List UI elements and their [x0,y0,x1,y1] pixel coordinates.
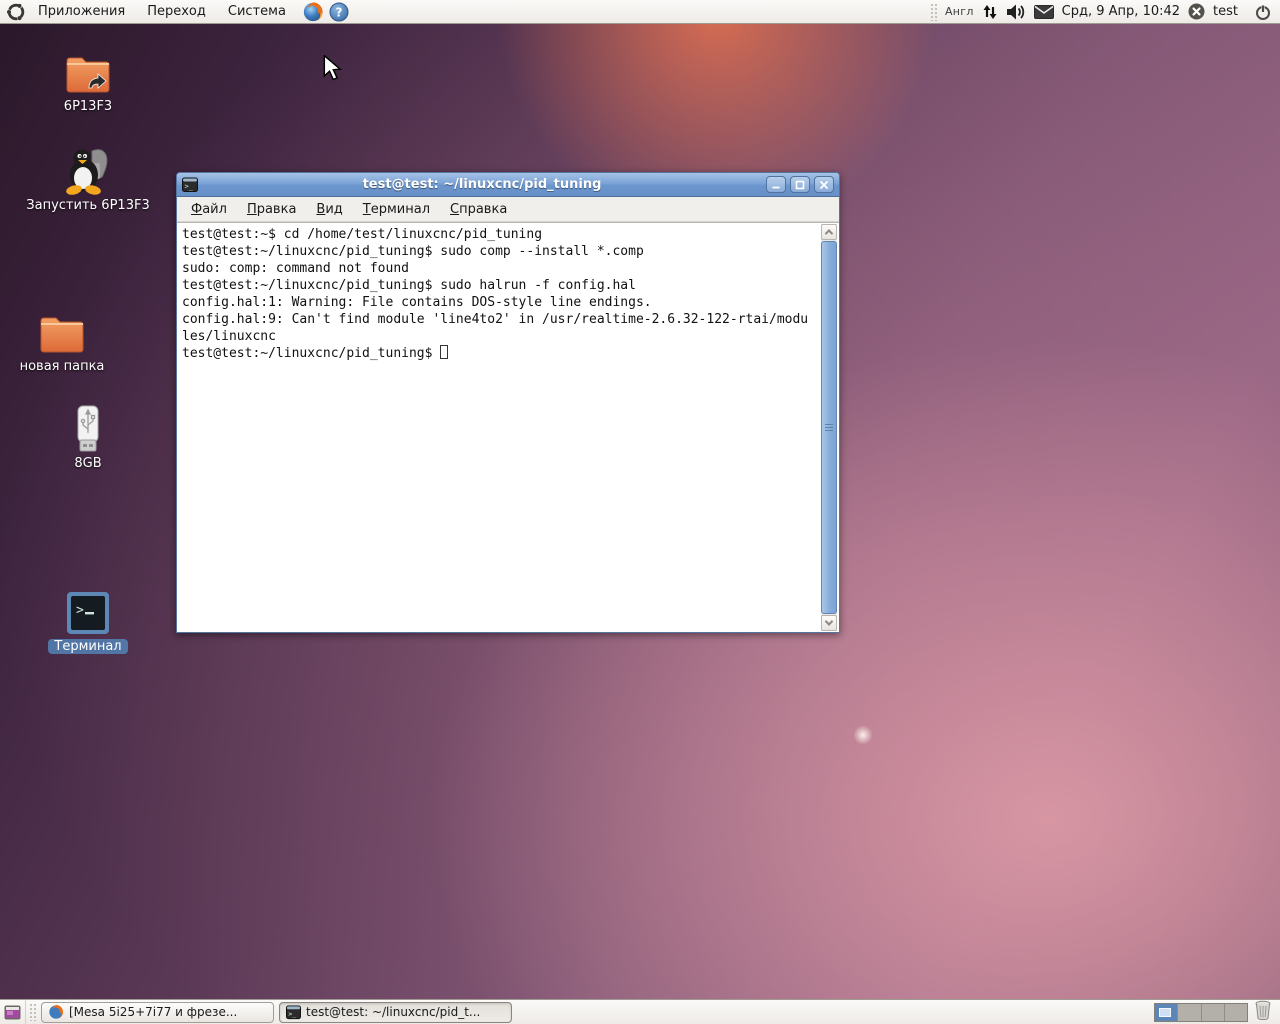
svg-text:>_: >_ [288,1009,296,1017]
terminal-output: test@test:~$ cd /home/test/linuxcnc/pid_… [177,223,839,362]
menu-edit[interactable]: Правка [237,199,306,220]
scroll-down-button[interactable] [821,615,837,631]
task-label: test@test: ~/linuxcnc/pid_t... [306,1005,480,1019]
top-panel: Приложения Переход Система [0,0,1280,24]
desktop-icon-label: Запустить 6P13F3 [26,198,149,213]
show-desktop-icon [4,1005,21,1020]
help-icon[interactable]: ? [329,2,349,22]
maximize-button[interactable] [790,176,810,193]
terminal-content[interactable]: test@test:~$ cd /home/test/linuxcnc/pid_… [177,222,839,632]
power-icon[interactable] [1254,3,1272,21]
svg-text:?: ? [335,5,342,19]
usb-drive-icon [73,405,103,453]
desktop-icon-new-folder[interactable]: новая папка [2,312,122,374]
terminal-line: config.hal:1: Warning: File contains DOS… [182,294,815,311]
svg-text:>: > [76,603,84,618]
tux-launcher-icon [62,145,114,195]
firefox-launcher-icon[interactable] [302,1,324,23]
desktop: { "top_panel": { "menus": [ { "label": "… [0,0,1280,1024]
folder-shortcut-icon [63,52,113,96]
desktop-icon-label: 8GB [74,456,101,471]
scrollbar-thumb[interactable] [821,241,837,614]
keyboard-layout-indicator[interactable]: Англ [945,5,974,18]
layout-switch-icon[interactable] [982,4,998,20]
workspace-switcher [1154,1003,1248,1022]
terminal-line: test@test:~/linuxcnc/pid_tuning$ sudo co… [182,243,815,260]
workspace-3[interactable] [1202,1004,1225,1021]
menu-help[interactable]: Справка [440,199,517,220]
desktop-icon-label: Терминал [48,639,127,654]
minimize-button[interactable] [766,176,786,193]
show-desktop-button[interactable] [0,1000,26,1024]
desktop-icon-usb-8gb[interactable]: 8GB [28,405,148,471]
terminal-icon: >_ [182,177,198,193]
terminal-prompt-line: test@test:~/linuxcnc/pid_tuning$ [182,345,815,362]
menu-view[interactable]: Вид [306,199,352,220]
clock[interactable]: Срд, 9 Апр, 10:42 [1062,4,1180,19]
menu-terminal[interactable]: Терминал [353,199,440,220]
terminal-line: test@test:~/linuxcnc/pid_tuning$ sudo ha… [182,277,815,294]
user-status-icon[interactable] [1188,3,1205,20]
mail-icon[interactable] [1034,5,1054,19]
task-button-terminal[interactable]: >_ test@test: ~/linuxcnc/pid_t... [279,1002,512,1023]
task-label: [Mesa 5i25+7i77 и фрезе... [69,1005,237,1019]
terminal-line: config.hal:9: Can't find module 'line4to… [182,311,815,328]
terminal-menubar: Файл Правка Вид Терминал Справка [177,197,839,222]
desktop-icon-label: 6P13F3 [64,99,112,114]
terminal-icon: >_ [286,1005,301,1020]
scroll-up-button[interactable] [821,224,837,240]
workspace-4[interactable] [1225,1004,1247,1021]
task-button-firefox[interactable]: [Mesa 5i25+7i77 и фрезе... [41,1002,274,1023]
workspace-window-thumb [1159,1008,1171,1017]
trash-applet[interactable] [1254,1000,1272,1024]
bottom-taskbar: [Mesa 5i25+7i77 и фрезе... >_ test@test:… [0,999,1280,1024]
terminal-line: test@test:~$ cd /home/test/linuxcnc/pid_… [182,226,815,243]
window-title: test@test: ~/linuxcnc/pid_tuning [202,177,762,192]
volume-icon[interactable] [1006,3,1026,21]
panel-drag-handle[interactable] [930,3,937,21]
svg-text:>_: >_ [185,182,194,190]
trash-icon [1254,1000,1272,1020]
menu-applications[interactable]: Приложения [28,1,135,22]
close-button[interactable] [814,176,834,193]
mouse-cursor [322,55,344,85]
workspace-1[interactable] [1155,1004,1178,1021]
prompt-text: test@test:~/linuxcnc/pid_tuning$ [182,346,432,361]
firefox-icon [48,1004,64,1020]
desktop-icon-label: новая папка [20,359,105,374]
terminal-window: >_ test@test: ~/linuxcnc/pid_tuning Файл… [176,172,840,633]
terminal-line: sudo: comp: command not found [182,260,815,277]
menu-places[interactable]: Переход [137,1,216,22]
ubuntu-logo-icon[interactable] [6,2,26,22]
desktop-icon-terminal[interactable]: > Терминал [28,590,148,654]
scrollbar[interactable] [821,224,837,631]
desktop-icon-run-6p13f3[interactable]: Запустить 6P13F3 [28,145,148,213]
menu-system[interactable]: Система [218,1,296,22]
terminal-line: les/linuxcnc [182,328,815,345]
menu-file[interactable]: Файл [181,199,237,220]
taskbar-drag-handle[interactable] [29,1003,36,1021]
folder-icon [37,312,87,356]
window-titlebar[interactable]: >_ test@test: ~/linuxcnc/pid_tuning [177,173,839,197]
terminal-cursor [440,345,448,359]
user-menu[interactable]: test [1213,4,1238,19]
workspace-2[interactable] [1178,1004,1201,1021]
desktop-icon-6p13f3[interactable]: 6P13F3 [28,52,148,114]
terminal-launcher-icon: > [65,590,111,636]
